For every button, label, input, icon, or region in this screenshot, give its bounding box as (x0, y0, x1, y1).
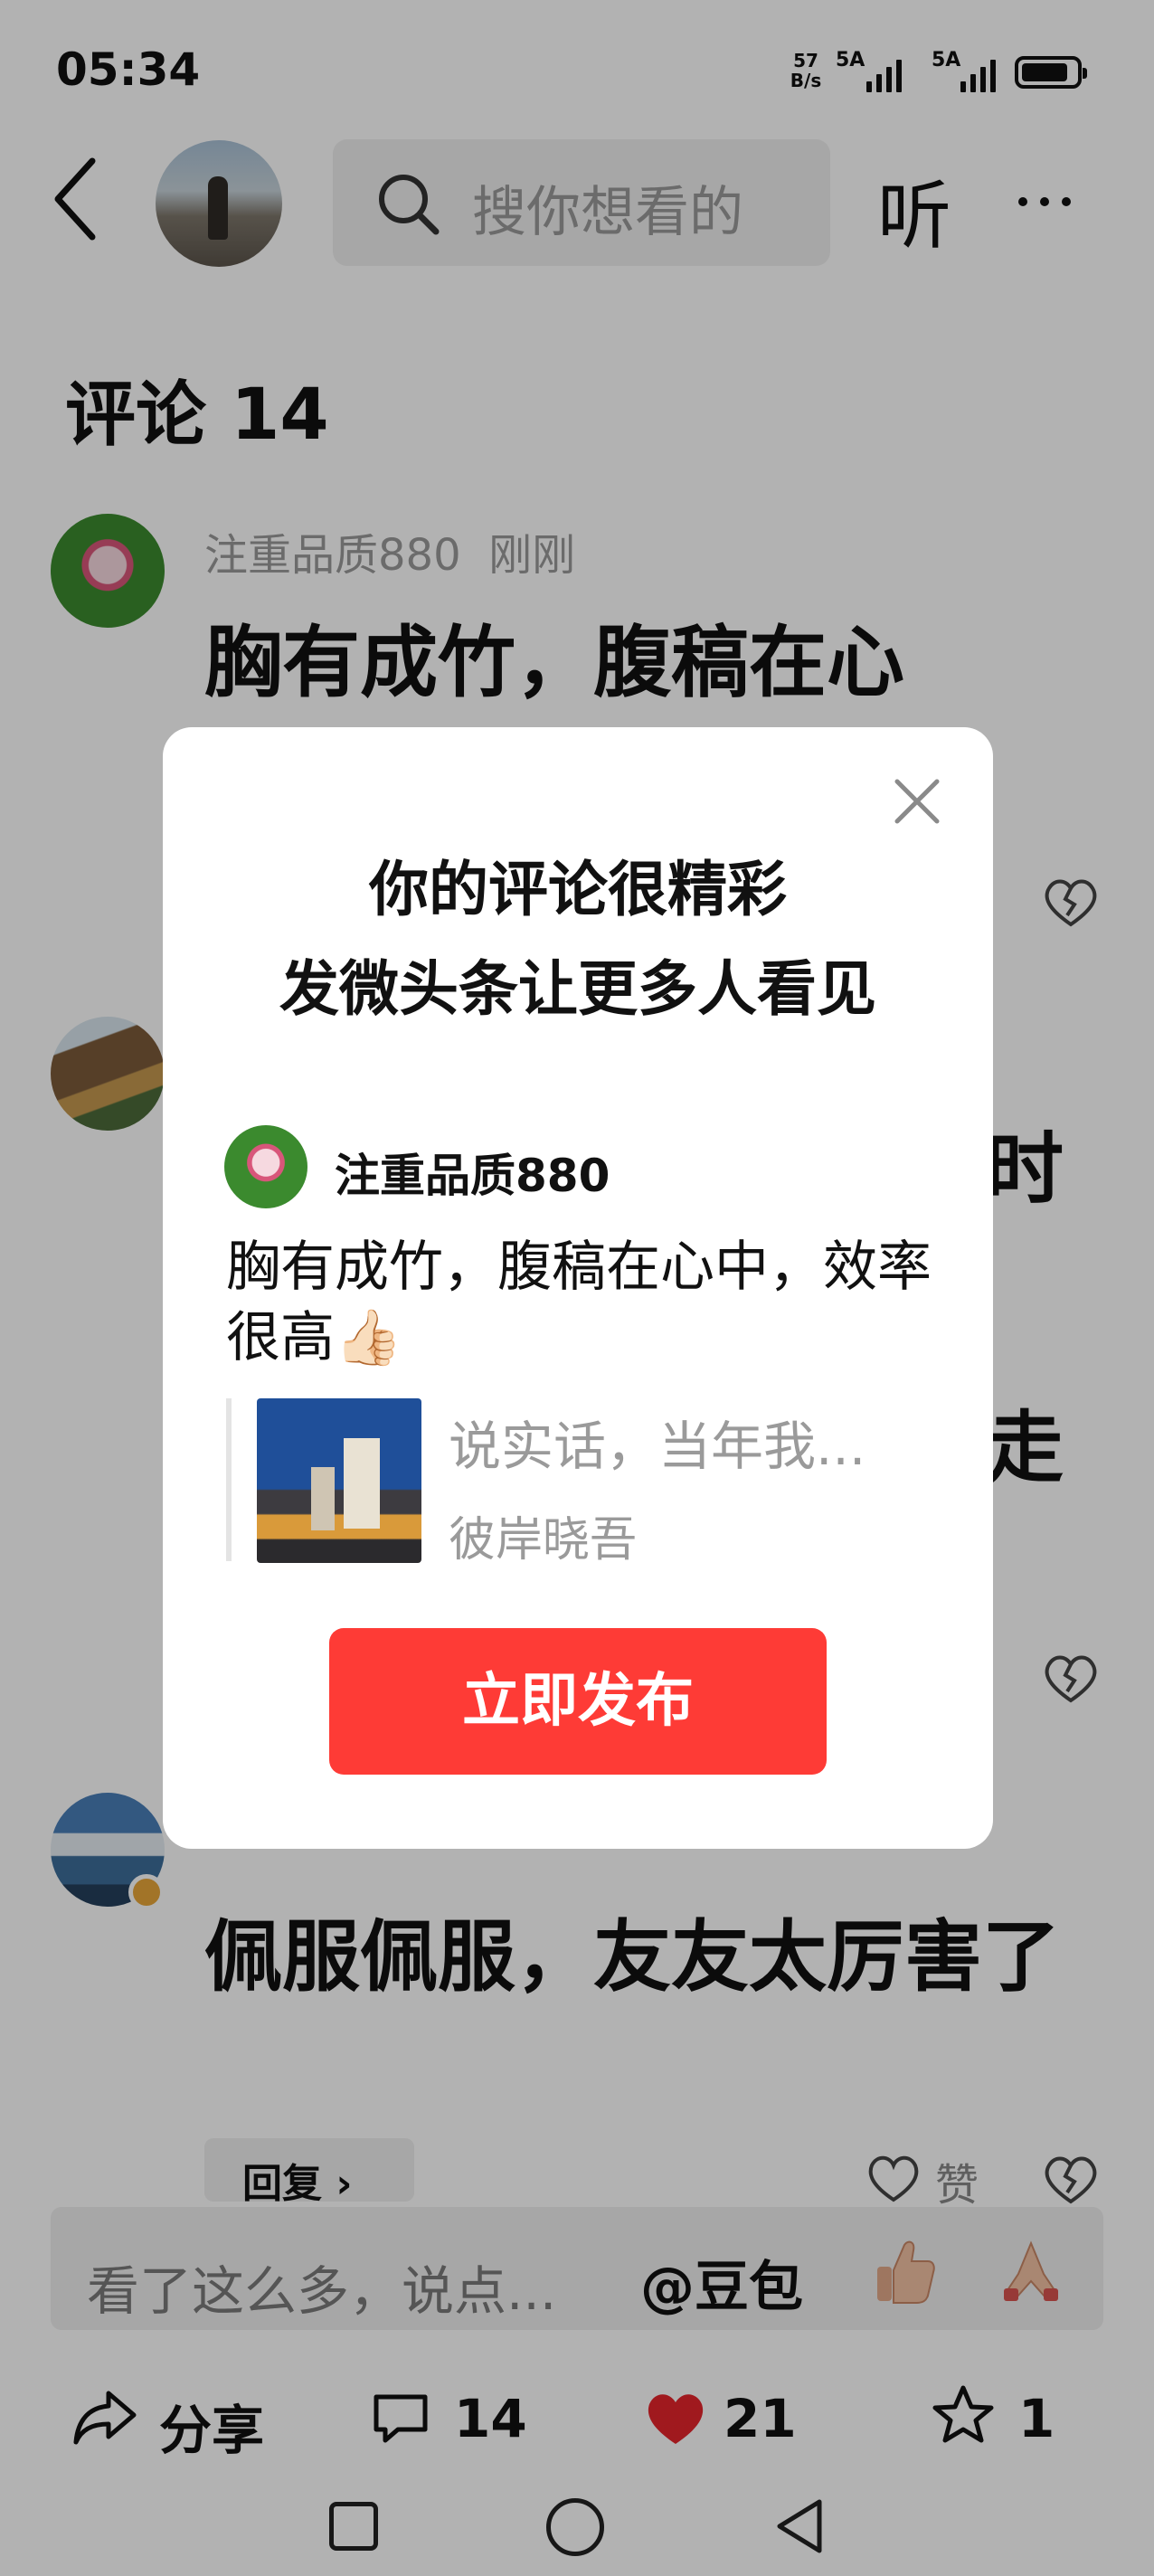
dialog-user-avatar (224, 1125, 307, 1208)
publish-now-button[interactable]: 立即发布 (329, 1628, 827, 1775)
close-icon[interactable] (892, 776, 942, 827)
dialog-comment-text: 胸有成竹，腹稿在心中，效率很高👍🏻 (226, 1236, 932, 1369)
quote-divider (226, 1398, 232, 1561)
dialog-title-line2: 发微头条让更多人看见 (279, 954, 876, 1024)
dialog-username: 注重品质880 (335, 1150, 610, 1202)
quoted-article-author: 彼岸晓吾 (449, 1513, 638, 1567)
quoted-article-excerpt: 说实话，当年我... (449, 1416, 866, 1477)
quoted-article-thumbnail (257, 1398, 421, 1563)
dialog-title-line1: 你的评论很精彩 (369, 855, 787, 924)
